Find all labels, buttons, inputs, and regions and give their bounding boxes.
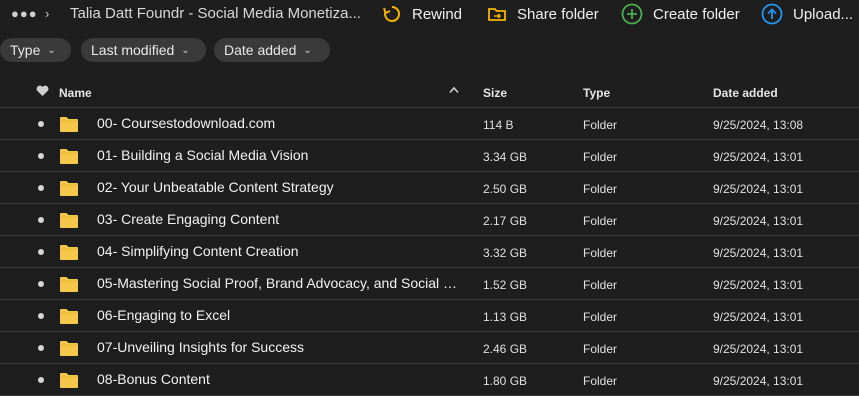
favorite-dot-icon[interactable]: [38, 121, 44, 127]
folder-name[interactable]: 07-Unveiling Insights for Success: [97, 339, 465, 355]
folder-icon: [59, 339, 79, 360]
folder-name[interactable]: 08-Bonus Content: [97, 371, 465, 387]
folder-type: Folder: [583, 118, 618, 132]
folder-type: Folder: [583, 310, 618, 324]
folder-icon: [59, 115, 79, 136]
last-modified-filter-label: Last modified: [91, 42, 175, 58]
folder-icon: [59, 307, 79, 328]
table-row[interactable]: 02- Your Unbeatable Content Strategy 2.50…: [0, 172, 859, 204]
folder-date-added: 9/25/2024, 13:01: [713, 182, 804, 196]
favorite-dot-icon[interactable]: [38, 153, 44, 159]
folder-icon: [59, 275, 79, 296]
file-table: Name Size Type Date added 00- Coursestod…: [0, 76, 859, 396]
rewind-button[interactable]: Rewind: [382, 2, 462, 26]
column-header-name[interactable]: Name: [59, 86, 92, 100]
favorite-dot-icon[interactable]: [38, 185, 44, 191]
sort-ascending-icon[interactable]: [449, 85, 459, 97]
folder-type: Folder: [583, 182, 618, 196]
plus-circle-icon: [621, 3, 643, 25]
upload-label: Upload...: [793, 5, 854, 23]
folder-date-added: 9/25/2024, 13:01: [713, 246, 804, 260]
table-row[interactable]: 07-Unveiling Insights for Success 2.46 GB…: [0, 332, 859, 364]
table-row[interactable]: 00- Coursestodownload.com 114 B Folder 9/25…: [0, 108, 859, 140]
folder-type: Folder: [583, 342, 618, 356]
folder-date-added: 9/25/2024, 13:01: [713, 310, 804, 324]
table-row[interactable]: 05-Mastering Social Proof, Brand Advocac…: [0, 268, 859, 300]
folder-icon: [59, 179, 79, 200]
share-folder-label: Share folder: [517, 5, 599, 23]
create-folder-button[interactable]: Create folder: [621, 2, 740, 26]
folder-icon: [59, 211, 79, 232]
column-header-size[interactable]: Size: [483, 86, 507, 100]
upload-button[interactable]: Upload...: [761, 2, 853, 26]
folder-type: Folder: [583, 246, 618, 260]
table-header: Name Size Type Date added: [0, 76, 859, 108]
table-body: 00- Coursestodownload.com 114 B Folder 9/25…: [0, 108, 859, 396]
favorite-dot-icon[interactable]: [38, 345, 44, 351]
folder-date-added: 9/25/2024, 13:08: [713, 118, 804, 132]
favorite-dot-icon[interactable]: [38, 281, 44, 287]
rewind-icon: [383, 5, 401, 22]
favorite-dot-icon[interactable]: [38, 217, 44, 223]
folder-size: 1.13 GB: [483, 310, 528, 324]
folder-type: Folder: [583, 278, 618, 292]
folder-size: 2.17 GB: [483, 214, 528, 228]
folder-size: 2.50 GB: [483, 182, 528, 196]
favorite-dot-icon[interactable]: [38, 313, 44, 319]
chevron-down-icon: ⌄: [47, 44, 56, 56]
type-filter-label: Type: [10, 42, 41, 58]
folder-name[interactable]: 00- Coursestodownload.com: [97, 115, 465, 131]
folder-name[interactable]: 05-Mastering Social Proof, Brand Advocac…: [97, 275, 465, 291]
chevron-down-icon: ⌄: [181, 44, 190, 56]
folder-size: 3.34 GB: [483, 150, 528, 164]
folder-name[interactable]: 04- Simplifying Content Creation: [97, 243, 465, 259]
upload-icon: [761, 3, 783, 25]
chevron-down-icon: ⌄: [303, 44, 312, 56]
folder-size: 114 B: [483, 118, 514, 132]
folder-date-added: 9/25/2024, 13:01: [713, 214, 804, 228]
table-row[interactable]: 01- Building a Social Media Vision 3.34 G…: [0, 140, 859, 172]
folder-type: Folder: [583, 150, 618, 164]
type-filter-chip[interactable]: Type ⌄: [0, 38, 71, 62]
folder-name[interactable]: 01- Building a Social Media Vision: [97, 147, 465, 163]
more-dots-icon[interactable]: ●●●: [11, 6, 38, 21]
folder-type: Folder: [583, 374, 618, 388]
date-added-filter-chip[interactable]: Date added ⌄: [214, 38, 330, 62]
column-header-type[interactable]: Type: [583, 86, 610, 100]
folder-icon: [59, 147, 79, 168]
folder-date-added: 9/25/2024, 13:01: [713, 374, 804, 388]
table-row[interactable]: 08-Bonus Content 1.80 GB Folder 9/25/2024, …: [0, 364, 859, 396]
top-toolbar: ●●● › Talia Datt Foundr - Social Media M…: [0, 0, 859, 28]
favorite-dot-icon[interactable]: [38, 377, 44, 383]
folder-size: 3.32 GB: [483, 246, 528, 260]
heart-icon[interactable]: [36, 85, 49, 100]
last-modified-filter-chip[interactable]: Last modified ⌄: [81, 38, 206, 62]
breadcrumb[interactable]: Talia Datt Foundr - Social Media Monetiz…: [70, 5, 361, 22]
folder-date-added: 9/25/2024, 13:01: [713, 278, 804, 292]
folder-name[interactable]: 06-Engaging to Excel: [97, 307, 465, 323]
folder-date-added: 9/25/2024, 13:01: [713, 150, 804, 164]
share-folder-icon: [488, 8, 506, 21]
folder-date-added: 9/25/2024, 13:01: [713, 342, 804, 356]
folder-name[interactable]: 03- Create Engaging Content: [97, 211, 465, 227]
rewind-label: Rewind: [412, 5, 463, 23]
table-row[interactable]: 03- Create Engaging Content 2.17 GB Folder…: [0, 204, 859, 236]
create-folder-label: Create folder: [653, 5, 740, 23]
folder-type: Folder: [583, 214, 618, 228]
share-folder-button[interactable]: Share folder: [487, 2, 599, 26]
table-row[interactable]: 04- Simplifying Content Creation 3.32 GB F…: [0, 236, 859, 268]
folder-icon: [59, 371, 79, 392]
folder-name[interactable]: 02- Your Unbeatable Content Strategy: [97, 179, 465, 195]
date-added-filter-label: Date added: [224, 42, 297, 58]
column-header-date-added[interactable]: Date added: [713, 86, 778, 100]
folder-size: 1.52 GB: [483, 278, 528, 292]
table-row[interactable]: 06-Engaging to Excel 1.13 GB Folder 9/25/20…: [0, 300, 859, 332]
folder-icon: [59, 243, 79, 264]
favorite-dot-icon[interactable]: [38, 249, 44, 255]
chevron-right-icon: ›: [45, 6, 50, 21]
folder-size: 2.46 GB: [483, 342, 528, 356]
folder-size: 1.80 GB: [483, 374, 528, 388]
filter-bar: Type ⌄ Last modified ⌄ Date added ⌄: [0, 38, 859, 62]
